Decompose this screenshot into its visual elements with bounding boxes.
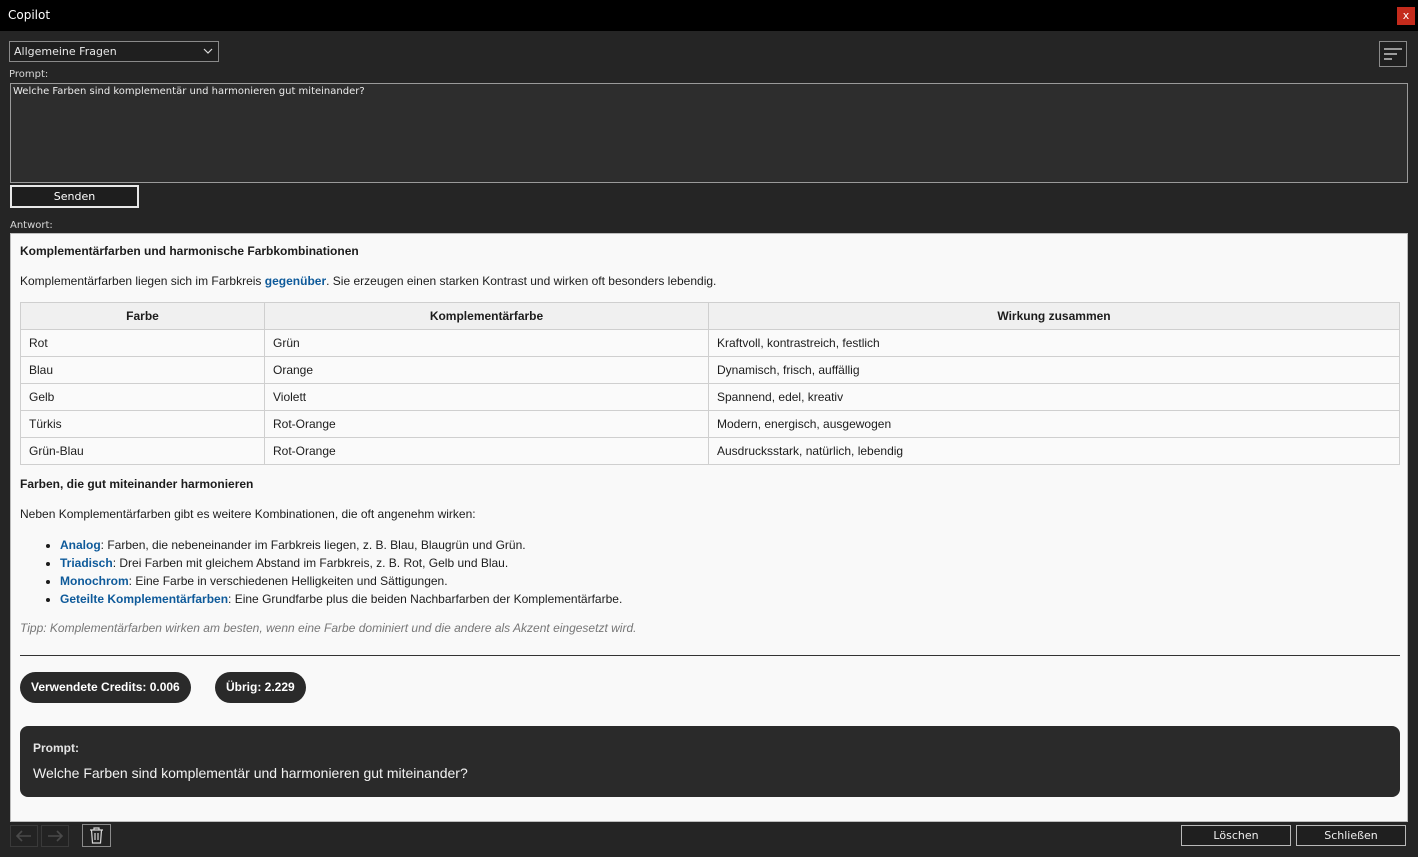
table-cell: Türkis: [20, 410, 265, 438]
credits-left-badge: Übrig: 2.229: [215, 672, 306, 703]
answer-heading-harmony: Farben, die gut miteinander harmonieren: [20, 477, 254, 491]
table-cell: Rot: [20, 329, 265, 357]
history-menu-button[interactable]: [1379, 41, 1407, 67]
delete-button[interactable]: Löschen: [1181, 825, 1291, 846]
table-header-row: Farbe Komplementärfarbe Wirkung zusammen: [20, 302, 1400, 330]
arrow-right-icon: [48, 830, 64, 842]
answer-label: Antwort:: [10, 220, 53, 231]
chevron-down-icon: [203, 48, 213, 54]
mode-dropdown-value: Allgemeine Fragen: [14, 45, 117, 58]
window-title: Copilot: [8, 8, 51, 22]
table-header: Farbe: [20, 302, 265, 330]
sort-lines-icon: [1384, 48, 1402, 60]
harmony-list: Analog: Farben, die nebeneinander im Far…: [60, 536, 622, 608]
table-cell: Grün-Blau: [20, 437, 265, 465]
list-item: Analog: Farben, die nebeneinander im Far…: [60, 536, 622, 554]
table-cell: Grün: [264, 329, 709, 357]
prompt-card-text: Welche Farben sind komplementär und harm…: [33, 765, 468, 781]
prompt-card-label: Prompt:: [33, 741, 79, 755]
table-cell: Violett: [264, 383, 709, 411]
prompt-input[interactable]: Welche Farben sind komplementär und harm…: [10, 83, 1408, 183]
table-row: Gelb Violett Spannend, edel, kreativ: [20, 383, 1400, 411]
close-window-button[interactable]: x: [1397, 7, 1415, 25]
list-item: Geteilte Komplementärfarben: Eine Grundf…: [60, 590, 622, 608]
answer-intro-harmony: Neben Komplementärfarben gibt es weitere…: [20, 507, 476, 521]
prompt-summary-card: Prompt: Welche Farben sind komplementär …: [20, 726, 1400, 797]
divider: [20, 655, 1400, 656]
forward-button[interactable]: [41, 825, 69, 847]
answer-panel: Komplementärfarben und harmonische Farbk…: [10, 233, 1408, 822]
arrow-left-icon: [15, 830, 31, 842]
table-row: Blau Orange Dynamisch, frisch, auffällig: [20, 356, 1400, 384]
delete-history-button[interactable]: [82, 824, 111, 847]
table-cell: Blau: [20, 356, 265, 384]
table-cell: Spannend, edel, kreativ: [708, 383, 1400, 411]
tip-text: Tipp: Komplementärfarben wirken am beste…: [20, 621, 637, 635]
close-button[interactable]: Schließen: [1296, 825, 1406, 846]
list-item: Triadisch: Drei Farben mit gleichem Abst…: [60, 554, 622, 572]
trash-icon: [90, 827, 103, 844]
table-cell: Rot-Orange: [264, 437, 709, 465]
answer-heading-complementary: Komplementärfarben und harmonische Farbk…: [20, 244, 359, 258]
list-item: Monochrom: Eine Farbe in verschiedenen H…: [60, 572, 622, 590]
table-header: Komplementärfarbe: [264, 302, 709, 330]
gegenueber-link[interactable]: gegenüber: [265, 274, 326, 288]
table-cell: Dynamisch, frisch, auffällig: [708, 356, 1400, 384]
table-cell: Gelb: [20, 383, 265, 411]
credits-used-badge: Verwendete Credits: 0.006: [20, 672, 191, 703]
prompt-label: Prompt:: [9, 69, 49, 80]
complementary-table: Farbe Komplementärfarbe Wirkung zusammen…: [20, 302, 1400, 465]
table-row: Grün-Blau Rot-Orange Ausdrucksstark, natür…: [20, 437, 1400, 465]
back-button[interactable]: [10, 825, 38, 847]
table-cell: Modern, energisch, ausgewogen: [708, 410, 1400, 438]
send-button[interactable]: Senden: [10, 185, 139, 208]
table-row: Türkis Rot-Orange Modern, energisch, ausge…: [20, 410, 1400, 438]
table-cell: Kraftvoll, kontrastreich, festlich: [708, 329, 1400, 357]
table-cell: Rot-Orange: [264, 410, 709, 438]
mode-dropdown[interactable]: Allgemeine Fragen: [9, 41, 219, 62]
answer-intro: Komplementärfarben liegen sich im Farbkr…: [20, 274, 717, 288]
table-header: Wirkung zusammen: [708, 302, 1400, 330]
title-bar: Copilot x: [0, 0, 1418, 31]
table-row: Rot Grün Kraftvoll, kontrastreich, festlic…: [20, 329, 1400, 357]
table-cell: Orange: [264, 356, 709, 384]
table-cell: Ausdrucksstark, natürlich, lebendig: [708, 437, 1400, 465]
